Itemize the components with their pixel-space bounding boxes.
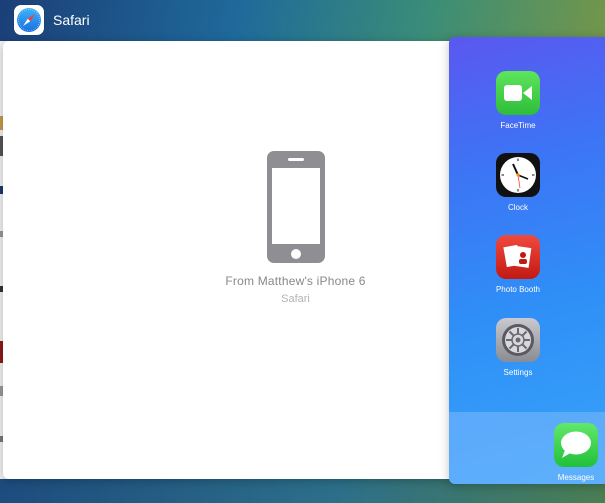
app-tile-clock[interactable]: Clock (478, 153, 558, 212)
facetime-icon (496, 71, 540, 115)
handoff-card[interactable]: From Matthew's iPhone 6 Safari (3, 41, 458, 479)
clock-icon (496, 153, 540, 197)
app-tile-photo-booth[interactable]: Photo Booth (478, 235, 558, 294)
app-switcher-panel: FaceTime Clock Photo Booth Settings Mess… (449, 37, 605, 484)
app-tile-settings[interactable]: Settings (478, 318, 558, 377)
handoff-app-label[interactable]: Safari (14, 5, 90, 35)
dock: Messages (449, 412, 605, 484)
app-label: FaceTime (500, 121, 536, 130)
dock-app-messages[interactable]: Messages (536, 423, 605, 482)
safari-compass-icon (14, 5, 44, 35)
settings-gear-icon (496, 318, 540, 362)
app-tile-facetime[interactable]: FaceTime (478, 71, 558, 130)
app-label: Settings (503, 368, 533, 377)
photo-booth-icon (496, 235, 540, 279)
app-label: Photo Booth (495, 285, 541, 294)
app-label: Messages (557, 473, 595, 482)
app-label: Clock (507, 203, 528, 212)
iphone-icon (266, 151, 326, 264)
app-label-name: Safari (53, 12, 90, 28)
messages-bubble-icon (554, 423, 598, 467)
